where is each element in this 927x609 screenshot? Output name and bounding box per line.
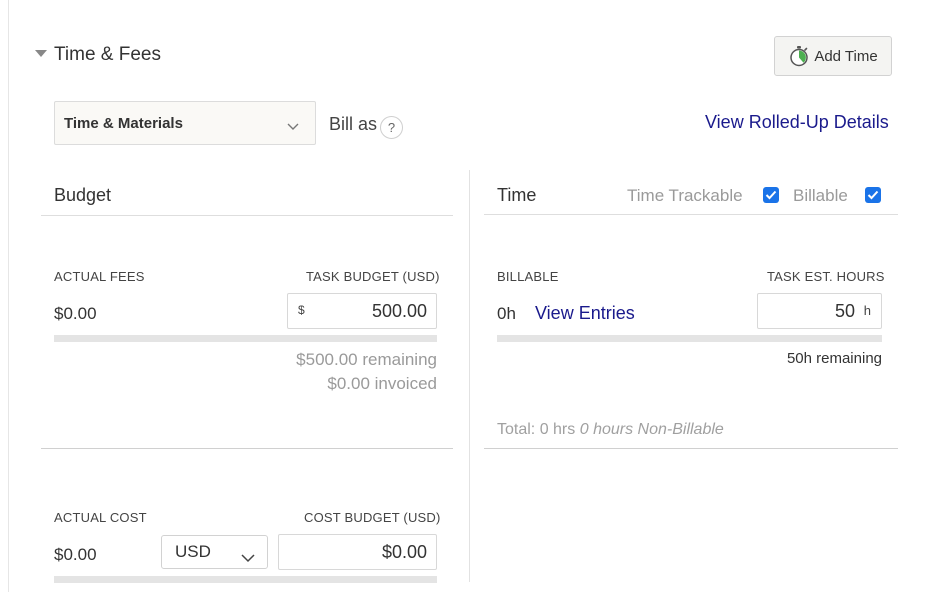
budget-remaining: $500.00 remaining: [296, 350, 437, 369]
left-border: [8, 0, 9, 592]
budget-invoiced: $0.00 invoiced: [327, 374, 437, 393]
budget-progress-bar: [54, 335, 437, 342]
currency-value: USD: [175, 542, 211, 561]
non-billable-hours: 0 hours Non-Billable: [579, 421, 724, 438]
time-header-rule: [484, 214, 898, 215]
cost-progress-bar: [54, 576, 437, 583]
view-entries-link[interactable]: View Entries: [535, 303, 635, 324]
task-est-hours-input[interactable]: 50 h: [757, 293, 882, 329]
checkmark-icon: [765, 190, 777, 200]
total-hours: Total: 0 hrs 0 hours Non-Billable: [497, 421, 724, 439]
actual-fees-label: ACTUAL FEES: [54, 269, 145, 284]
collapse-toggle-icon[interactable]: [35, 50, 47, 57]
add-time-button[interactable]: Add Time: [774, 36, 892, 76]
billable-hours-value: 0h: [497, 304, 516, 323]
task-budget-label: TASK BUDGET (USD): [306, 269, 440, 284]
currency-prefix: $: [298, 303, 305, 317]
est-hours-value: 50: [834, 301, 855, 321]
task-budget-value: 500.00: [371, 301, 427, 321]
time-section-rule: [484, 448, 898, 449]
checkmark-icon: [867, 190, 879, 200]
bill-type-value: Time & Materials: [64, 114, 183, 132]
section-title: Time & Fees: [54, 44, 161, 65]
hours-progress-bar: [497, 335, 882, 342]
view-rolled-up-details-link[interactable]: View Rolled-Up Details: [705, 112, 889, 133]
task-est-hours-label: TASK EST. HOURS: [767, 269, 885, 284]
cost-budget-label: COST BUDGET (USD): [304, 510, 441, 525]
billable-checkbox[interactable]: [865, 187, 881, 203]
time-trackable-checkbox[interactable]: [763, 187, 779, 203]
hours-unit: h: [863, 303, 871, 318]
stopwatch-icon: [788, 45, 810, 67]
add-time-label: Add Time: [814, 47, 878, 65]
budget-header-rule: [41, 215, 453, 216]
chevron-down-icon: [287, 118, 299, 135]
task-budget-input[interactable]: $ 500.00: [287, 293, 437, 329]
actual-cost-label: ACTUAL COST: [54, 510, 147, 525]
cost-budget-input[interactable]: $0.00: [278, 534, 437, 570]
currency-select[interactable]: USD: [161, 535, 268, 569]
time-header: Time: [497, 185, 537, 205]
bill-as-label: Bill as: [329, 114, 378, 134]
time-trackable-label: Time Trackable: [627, 186, 743, 205]
bill-type-select[interactable]: Time & Materials: [54, 101, 316, 145]
billable-label: Billable: [793, 186, 848, 205]
budget-header: Budget: [54, 185, 112, 205]
billable-caption: BILLABLE: [497, 269, 559, 284]
actual-fees-value: $0.00: [54, 304, 97, 323]
column-divider: [469, 170, 470, 582]
actual-cost-value: $0.00: [54, 545, 97, 564]
total-hours-prefix: Total: 0 hrs: [497, 421, 576, 438]
cost-budget-value: $0.00: [381, 542, 427, 562]
chevron-down-icon: [241, 548, 255, 568]
hours-remaining: 50h remaining: [786, 350, 882, 367]
help-icon[interactable]: ?: [380, 116, 403, 139]
budget-section-rule: [41, 448, 453, 449]
